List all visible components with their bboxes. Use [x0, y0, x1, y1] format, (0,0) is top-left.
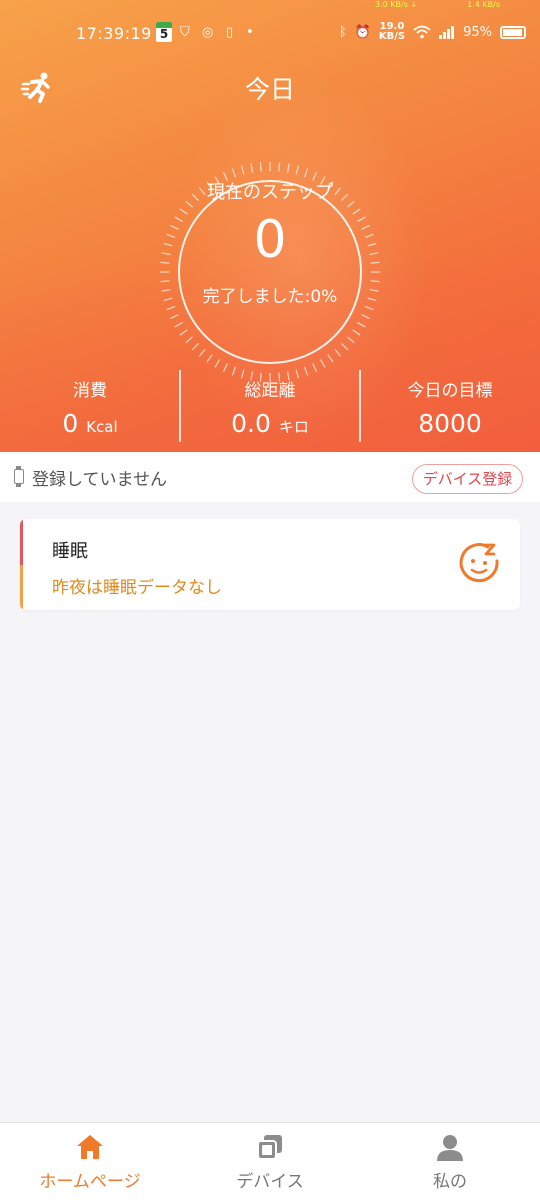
calendar-day: 5 — [159, 27, 169, 41]
nav-item-home-label: ホームページ — [39, 1172, 141, 1192]
sleep-card[interactable]: 睡眠 昨夜は睡眠データなし — [20, 519, 520, 610]
sleep-face-icon — [459, 543, 499, 583]
device-status-text: 登録していません — [32, 470, 167, 490]
ring-tick — [286, 163, 290, 173]
sleep-card-title: 睡眠 — [52, 541, 88, 562]
ring-tick — [327, 354, 334, 363]
alarm-icon: ⏰ — [354, 24, 371, 40]
nav-item-device-label: デバイス — [236, 1172, 304, 1192]
ring-tick — [198, 348, 206, 357]
completion-text: 完了しました:0% — [202, 287, 338, 307]
stat-calories-value: 0 — [62, 409, 79, 438]
wifi-icon — [413, 25, 431, 39]
ring-tick — [206, 354, 213, 363]
stat-distance-label: 総距離 — [244, 381, 296, 401]
ring-tick — [278, 162, 281, 172]
bluetooth-icon: ᛒ — [338, 24, 347, 40]
battery-percent: 95% — [463, 24, 492, 40]
battery-icon — [500, 25, 526, 39]
ring-tick — [185, 336, 194, 344]
device-icon — [257, 1135, 282, 1160]
card-accent-top — [20, 519, 23, 565]
stat-distance-value: 0.0 — [231, 409, 271, 438]
stat-goal: 今日の目標 8000 — [360, 376, 540, 438]
ring-tick — [352, 329, 361, 336]
calendar-icon: 5 — [156, 22, 172, 42]
ring-tick — [334, 348, 342, 357]
net-speed: 19.0 KB/S — [379, 22, 405, 42]
current-steps-label: 現在のステップ — [207, 182, 333, 203]
current-steps-value: 0 — [253, 210, 287, 270]
bottom-nav: ホームページ デバイス 私の — [0, 1122, 540, 1200]
ring-tick — [191, 342, 200, 351]
stat-calories: 消費 0 Kcal — [0, 376, 180, 438]
ring-tick — [319, 359, 326, 368]
stat-calories-label: 消費 — [73, 381, 107, 401]
ring-tick — [179, 329, 188, 336]
shield-icon: ⛉ — [180, 25, 190, 40]
ring-tick — [259, 162, 262, 172]
sleep-card-subtitle: 昨夜は睡眠データなし — [52, 578, 222, 598]
device-status-bar: 登録していません デバイス登録 — [0, 452, 540, 502]
watch-icon — [14, 466, 24, 487]
signal-icon — [439, 26, 455, 39]
home-icon — [77, 1135, 103, 1159]
stat-calories-unit: Kcal — [86, 418, 118, 436]
ring-tick — [166, 305, 176, 311]
ring-tick — [240, 165, 245, 175]
nav-item-home[interactable]: ホームページ — [0, 1123, 180, 1200]
ring-tick — [231, 366, 237, 376]
ring-tick — [361, 314, 370, 320]
more-dot-icon: • — [246, 25, 254, 40]
phone-icon: ▯ — [226, 25, 234, 40]
card-accent-bottom — [20, 565, 23, 610]
ring-tick — [364, 305, 374, 311]
ring-tick — [303, 366, 309, 376]
person-icon — [437, 1135, 463, 1161]
ring-tick — [303, 168, 309, 178]
stat-goal-label: 今日の目標 — [407, 381, 493, 401]
ring-tick — [357, 321, 366, 328]
status-top-strip-left: 3.0 KB/s ↓ — [375, 0, 418, 9]
ring-tick — [170, 314, 179, 320]
stat-distance-unit: キロ — [278, 418, 309, 436]
ring-tick — [295, 165, 300, 175]
register-device-button[interactable]: デバイス登録 — [412, 464, 523, 494]
status-right-group: ᛒ ⏰ 19.0 KB/S 95% — [339, 22, 526, 42]
ring-tick — [214, 359, 221, 368]
status-bar: 3.0 KB/s ↓ 1.4 KB/s 17:39:19 5 ⛉ ◎ ▯ • ᛒ… — [0, 0, 540, 66]
status-time: 17:39:19 — [76, 24, 152, 43]
ring-tick — [250, 163, 254, 173]
status-top-strip: 3.0 KB/s ↓ 1.4 KB/s — [375, 0, 500, 10]
ring-tick — [312, 363, 318, 372]
stat-goal-value: 8000 — [418, 409, 482, 438]
ring-tick — [340, 342, 349, 351]
ring-tick — [231, 168, 237, 178]
ring-tick — [174, 321, 183, 328]
nav-item-device[interactable]: デバイス — [180, 1123, 360, 1200]
page-title: 今日 — [244, 75, 295, 104]
net-speed-unit: KB/S — [378, 31, 406, 42]
stat-distance: 総距離 0.0 キロ — [180, 376, 360, 438]
ring-tick — [346, 336, 355, 344]
notification-icon: ◎ — [202, 25, 214, 40]
status-top-strip-right: 1.4 KB/s — [467, 0, 500, 9]
ring-tick — [222, 363, 228, 372]
nav-item-me-label: 私の — [433, 1172, 467, 1192]
nav-item-me[interactable]: 私の — [360, 1123, 540, 1200]
